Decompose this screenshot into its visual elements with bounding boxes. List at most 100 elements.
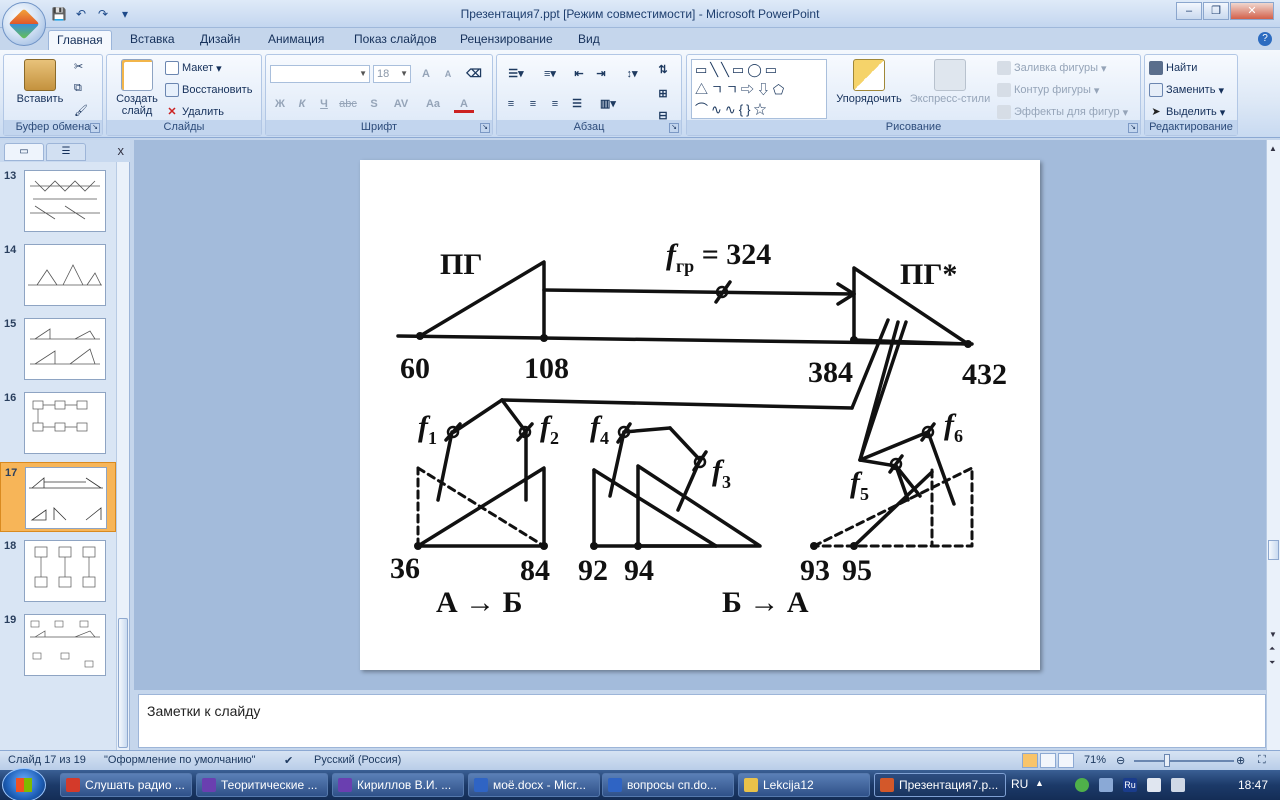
layout-button[interactable]: Макет ▾ (165, 61, 222, 75)
tab-animation[interactable]: Анимация (260, 30, 332, 50)
bullets-icon[interactable]: ☰▾ (501, 65, 531, 83)
arrange-button[interactable]: Упорядочить (831, 59, 907, 105)
char-spacing-button[interactable]: AV (388, 95, 414, 113)
italic-button[interactable]: К (292, 95, 312, 113)
outline-tab[interactable]: ☰ (46, 143, 86, 161)
dialog-launcher-icon[interactable]: ↘ (480, 123, 490, 133)
spellcheck-icon[interactable]: ✔ (284, 754, 293, 767)
decrease-indent-icon[interactable]: ⇤ (569, 65, 589, 83)
clock[interactable]: 18:47 (1238, 778, 1268, 792)
taskbar-item[interactable]: моё.docx - Micr... (468, 773, 600, 797)
notes-pane[interactable]: Заметки к слайду (138, 694, 1266, 748)
grow-font-button[interactable]: A (416, 65, 436, 83)
slide-thumbnail-19[interactable]: 19 (0, 614, 116, 684)
help-icon[interactable]: ? (1258, 32, 1272, 46)
taskbar-item[interactable]: Слушать радио ... (60, 773, 192, 797)
slideshow-view-icon[interactable] (1058, 753, 1074, 768)
tab-slideshow[interactable]: Показ слайдов (346, 30, 445, 50)
slide-thumbnail-15[interactable]: 15 (0, 318, 116, 388)
minimize-button[interactable]: – (1176, 2, 1202, 20)
slide-scrollbar[interactable]: ▲ ▼ ⏶ ⏷ (1266, 140, 1280, 750)
increase-indent-icon[interactable]: ⇥ (591, 65, 611, 83)
columns-icon[interactable]: ▥▾ (593, 95, 623, 113)
tab-design[interactable]: Дизайн (192, 30, 248, 50)
dialog-launcher-icon[interactable]: ↘ (669, 123, 679, 133)
shrink-font-button[interactable]: A (438, 65, 458, 83)
tab-review[interactable]: Рецензирование (452, 30, 561, 50)
replace-button[interactable]: Заменить ▾ (1149, 83, 1224, 97)
theme-name[interactable]: "Оформление по умолчанию" (104, 754, 256, 766)
dialog-launcher-icon[interactable]: ↘ (1128, 123, 1138, 133)
change-case-button[interactable]: Aa (420, 95, 446, 113)
scrollbar-thumb[interactable] (1268, 540, 1279, 560)
zoom-slider-thumb[interactable] (1164, 754, 1170, 767)
shape-fill-button[interactable]: Заливка фигуры ▾ (997, 61, 1107, 75)
format-painter-icon[interactable]: 🖌 (74, 104, 88, 117)
delete-slide-button[interactable]: ✕ Удалить (165, 105, 224, 119)
strikethrough-button[interactable]: abc (338, 95, 358, 113)
font-color-button[interactable]: A (454, 95, 474, 113)
new-slide-button[interactable]: Создать слайд (111, 59, 163, 117)
scroll-up-icon[interactable]: ▲ (1269, 144, 1277, 153)
language-status[interactable]: Русский (Россия) (314, 754, 401, 766)
numbering-icon[interactable]: ≡▾ (535, 65, 565, 83)
normal-view-icon[interactable] (1022, 753, 1038, 768)
font-size-combo[interactable]: 18 ▼ (373, 65, 411, 83)
shape-effects-button[interactable]: Эффекты для фигур ▾ (997, 105, 1128, 119)
select-button[interactable]: ➤ Выделить ▾ (1149, 105, 1225, 119)
copy-icon[interactable]: ⧉ (74, 82, 82, 95)
quick-styles-button[interactable]: Экспресс-стили (907, 59, 993, 105)
zoom-level[interactable]: 71% (1084, 754, 1106, 766)
underline-button[interactable]: Ч (314, 95, 334, 113)
slide-thumbnail-16[interactable]: 16 (0, 392, 116, 462)
next-slide-icon[interactable]: ⏷ (1269, 658, 1275, 668)
align-text-icon[interactable]: ⊞ (653, 85, 673, 103)
slides-pane-scrollbar[interactable] (116, 162, 129, 750)
zoom-out-icon[interactable]: ⊖ (1116, 754, 1125, 767)
volume-icon[interactable] (1171, 778, 1185, 792)
justify-icon[interactable]: ☰ (567, 95, 587, 113)
taskbar-item[interactable]: вопросы сп.do... (602, 773, 734, 797)
slides-tab[interactable]: ▭ (4, 143, 44, 161)
slide-sorter-icon[interactable] (1040, 753, 1056, 768)
text-direction-icon[interactable]: ⇅ (653, 61, 673, 79)
restore-button[interactable]: ❐ (1203, 2, 1229, 20)
keyboard-layout-icon[interactable]: Ru (1123, 778, 1137, 792)
slide-thumbnail-17[interactable]: 17 (0, 462, 116, 532)
slide-thumbnail-18[interactable]: 18 (0, 540, 116, 610)
align-left-icon[interactable]: ≡ (501, 95, 521, 113)
bold-button[interactable]: Ж (270, 95, 290, 113)
close-icon[interactable]: x (118, 143, 125, 158)
clear-format-icon[interactable]: ⌫ (464, 65, 484, 83)
slide-thumbnail-13[interactable]: 13 (0, 170, 116, 240)
paste-button[interactable]: Вставить (10, 59, 70, 105)
shadow-button[interactable]: S (364, 95, 384, 113)
reset-button[interactable]: Восстановить (165, 83, 252, 97)
antivirus-icon[interactable] (1075, 778, 1089, 792)
language-indicator[interactable]: RU (1011, 777, 1028, 791)
font-name-combo[interactable]: ▼ (270, 65, 370, 83)
tray-expand-icon[interactable]: ▲ (1035, 778, 1049, 792)
align-center-icon[interactable]: ≡ (523, 95, 543, 113)
find-button[interactable]: Найти (1149, 61, 1197, 75)
taskbar-item-active[interactable]: Презентация7.р... (874, 773, 1006, 797)
align-right-icon[interactable]: ≡ (545, 95, 565, 113)
zoom-in-icon[interactable]: ⊕ (1236, 754, 1245, 767)
taskbar-item[interactable]: Кириллов В.И. ... (332, 773, 464, 797)
tab-home[interactable]: Главная (48, 30, 112, 50)
taskbar-item[interactable]: Теоритические ... (196, 773, 328, 797)
network-icon[interactable] (1099, 778, 1113, 792)
shapes-gallery[interactable]: ▭╲╲▭◯▭ △ㄱㄱ⇨⇩⬠ ⌒∿∿{}☆ (691, 59, 827, 119)
start-button[interactable] (2, 768, 46, 800)
cut-icon[interactable]: ✂ (74, 60, 83, 73)
shape-outline-button[interactable]: Контур фигуры ▾ (997, 83, 1099, 97)
fit-to-window-icon[interactable]: ⛶ (1258, 754, 1266, 767)
help-tray-icon[interactable] (1147, 778, 1161, 792)
tab-insert[interactable]: Вставка (122, 30, 183, 50)
scrollbar-thumb[interactable] (118, 618, 128, 748)
slide-thumbnail-14[interactable]: 14 (0, 244, 116, 314)
scroll-down-icon[interactable]: ▼ (1269, 630, 1277, 639)
slide-canvas[interactable]: ПГ ПГ* fгр = 324 60 108 384 432 f1 f2 f4… (360, 160, 1040, 670)
zoom-slider[interactable] (1134, 760, 1234, 762)
tab-view[interactable]: Вид (570, 30, 608, 50)
